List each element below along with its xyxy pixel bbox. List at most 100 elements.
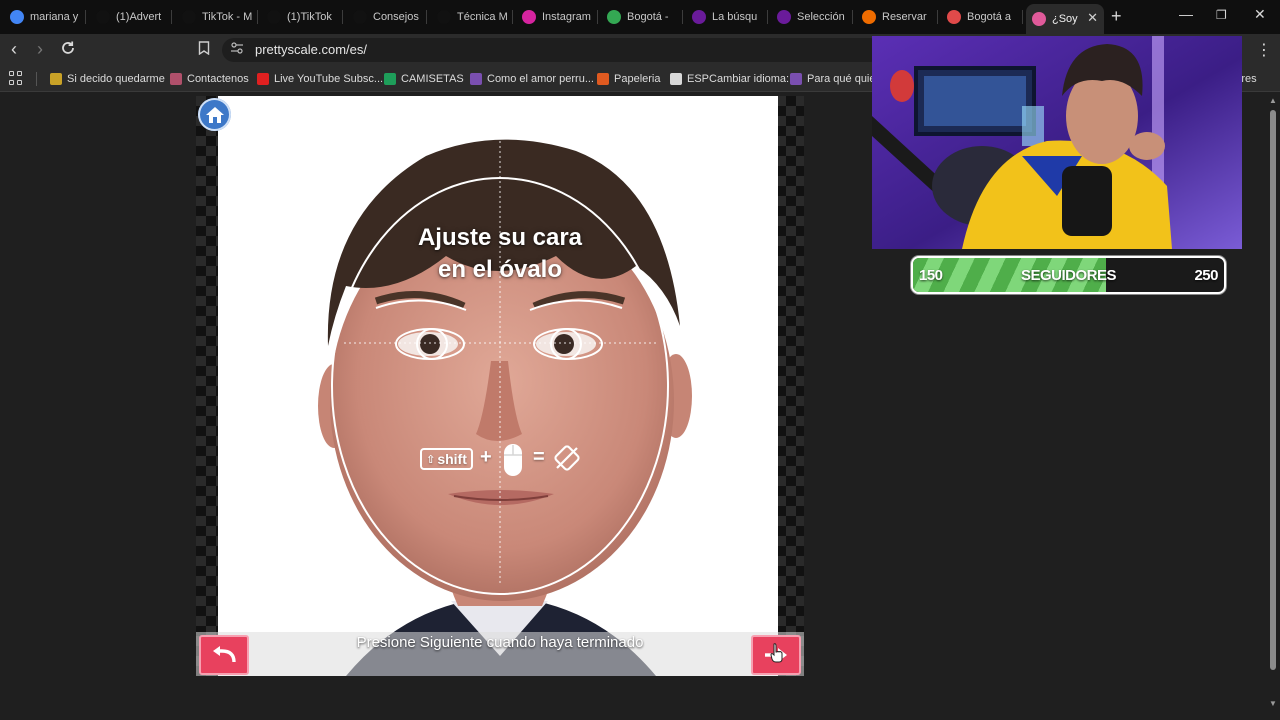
bookmark-favicon-icon [384,73,396,85]
google-icon [10,10,24,24]
tab-2[interactable]: (1)Advert [90,4,172,30]
instruction-text: Ajuste su cara en el óvalo [396,222,604,286]
bookmark-label: Papeleria [614,73,661,85]
tab-11[interactable]: Reservar [856,4,938,30]
bookmark-item[interactable]: ESPCambiar idioma: [670,71,789,87]
shift-key-hint: ⇧ shift [420,448,473,470]
undo-button[interactable] [199,635,249,675]
bookmark-label: CAMISETAS [401,73,464,85]
bookmark-item[interactable]: Como el amor perru... [470,71,594,87]
tab-1[interactable]: mariana y [4,4,86,30]
followers-progress-bar: 150 SEGUIDORES 250 [911,256,1226,294]
bookmark-item[interactable]: Para qué quiero [790,71,885,87]
tab-divider [597,10,598,24]
restore-icon[interactable]: ❐ [1216,8,1227,22]
tiktok-icon [96,10,110,24]
close-tab-icon[interactable]: ✕ [1087,10,1098,26]
tab-8[interactable]: Bogotá - [601,4,683,30]
tab-strip: mariana y (1)Advert TikTok - M (1)TikTok Con… [0,0,1280,34]
tab-6[interactable]: Técnica M [431,4,513,30]
tab-label: (1)TikTok [287,11,332,23]
bookmark-favicon-icon [257,73,269,85]
scroll-down-icon[interactable]: ▼ [1269,699,1277,708]
tab-label: La búsqu [712,11,758,23]
tab-divider [85,10,86,24]
scroll-up-icon[interactable]: ▲ [1269,96,1277,105]
tab-4[interactable]: (1)TikTok [261,4,343,30]
page-scrollbar[interactable]: ▲ ▼ [1268,96,1278,710]
bookmark-favicon-icon [50,73,62,85]
bookmark-item[interactable]: Live YouTube Subsc... [257,71,383,87]
tab-label: Bogotá - [627,11,669,23]
tab-label: (1)Advert [116,11,162,23]
face-photo[interactable] [196,96,804,676]
home-button[interactable] [198,98,231,131]
bottom-instruction-text: Presione Siguiente cuando haya terminado [356,634,644,651]
bus-icon [947,10,961,24]
scrollbar-thumb[interactable] [1270,110,1276,670]
forward-icon[interactable]: › [37,39,43,60]
bookmark-item[interactable]: CAMISETAS [384,71,464,87]
tab-divider [426,10,427,24]
followers-max: 250 [1194,267,1218,284]
prettyscale-icon [1032,12,1046,26]
close-window-icon[interactable]: ✕ [1254,6,1266,23]
tab-label: Consejos [373,11,419,23]
tab-divider [342,10,343,24]
address-bar[interactable]: prettyscale.com/es/ [222,38,882,62]
bookmark-item[interactable]: Si decido quedarme [50,71,165,87]
plus-sign: + [480,446,492,468]
bookmark-label: Como el amor perru... [487,73,594,85]
instagram-icon [522,10,536,24]
home-icon [205,106,224,123]
k-logo-icon [862,10,876,24]
site-info-icon[interactable] [230,42,244,57]
apps-grid-icon[interactable] [9,71,23,85]
tab-divider [937,10,938,24]
mouse-icon [504,444,522,476]
search-logo-icon [692,10,706,24]
tab-label: Instagram [542,11,591,23]
search-logo-icon [777,10,791,24]
tiktok-icon [267,10,281,24]
bookmark-favicon-icon [470,73,482,85]
browser-window: mariana y (1)Advert TikTok - M (1)TikTok Con… [0,0,1280,720]
tab-12[interactable]: Bogotá a [941,4,1023,30]
tiktok-icon [182,10,196,24]
tab-label: ¿Soy [1052,13,1078,25]
tiktok-icon [437,10,451,24]
bookmark-icon[interactable] [198,41,210,58]
tab-5[interactable]: Consejos [347,4,427,30]
tab-divider [767,10,768,24]
bookmark-item[interactable]: Contactenos [170,71,249,87]
bookmarks-divider [36,72,37,86]
tab-divider [852,10,853,24]
new-tab-button[interactable]: + [1111,6,1122,27]
tab-label: Reservar [882,11,927,23]
hand-cursor-icon [770,643,783,663]
shift-arrow-icon: ⇧ [426,453,436,466]
tab-label: TikTok - M [202,11,253,23]
url-text: prettyscale.com/es/ [255,42,367,57]
tab-label: Bogotá a [967,11,1012,23]
tab-9[interactable]: La búsqu [686,4,768,30]
instruction-line-2: en el óvalo [437,256,563,283]
undo-arrow-icon [213,646,236,663]
tab-3[interactable]: TikTok - M [176,4,258,30]
back-icon[interactable]: ‹ [11,39,17,60]
tab-13[interactable]: ¿Soy ✕ [1026,4,1104,34]
bookmark-favicon-icon [670,73,682,85]
tab-7[interactable]: Instagram [516,4,598,30]
microphone [1062,166,1112,236]
tab-10[interactable]: Selección [771,4,853,30]
menu-icon[interactable]: ⋮ [1256,40,1272,60]
tab-divider [682,10,683,24]
bookmark-item[interactable]: Papeleria [597,71,660,87]
reload-icon[interactable] [60,40,76,61]
rotate-icon [554,445,580,471]
tab-label: Técnica M [457,11,508,23]
maps-pin-icon [607,10,621,24]
minimize-icon[interactable]: — [1179,6,1193,22]
equals-sign: = [533,446,545,468]
bookmark-label: Contactenos [187,73,249,85]
